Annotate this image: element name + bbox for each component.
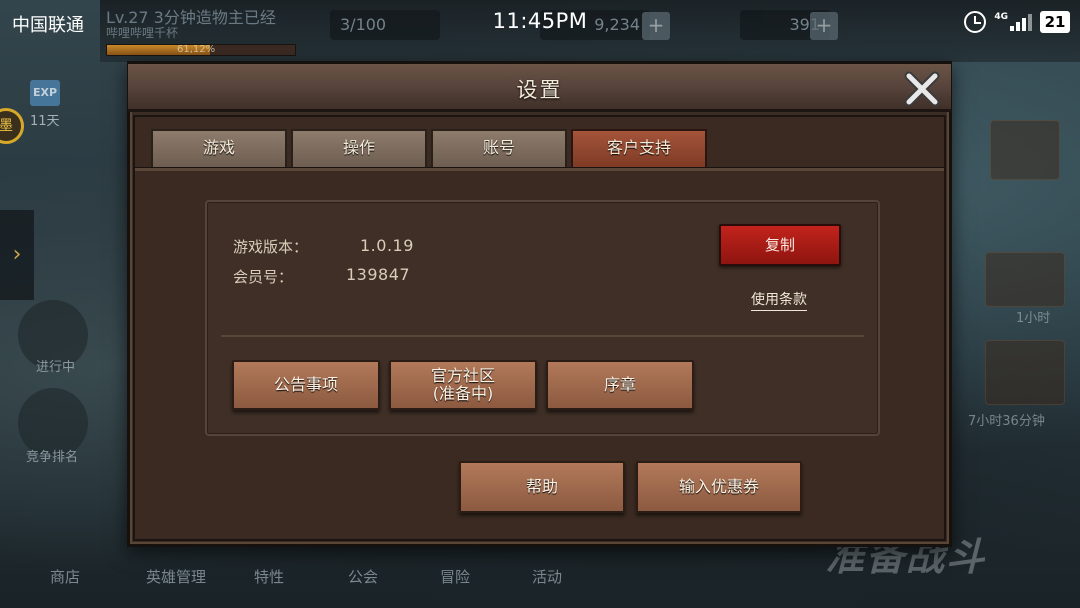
status-bar: 中国联通 11:45PM 4G 21 — [0, 0, 1080, 44]
help-button[interactable]: 帮助 — [459, 461, 625, 513]
signal-icon — [1010, 13, 1032, 31]
community-button[interactable]: 官方社区 (准备中) — [389, 360, 537, 410]
nav-events[interactable]: 活动 — [532, 566, 562, 587]
member-id-value: 139847 — [346, 265, 411, 284]
ranking-label[interactable]: 竞争排名 — [26, 446, 78, 465]
tab-customer-support[interactable]: 客户支持 — [571, 129, 707, 167]
version-label: 游戏版本： — [233, 238, 309, 256]
exp-boost-badge[interactable]: EXP — [30, 80, 60, 106]
status-icons: 4G 21 — [964, 10, 1070, 34]
support-info-panel: 游戏版本： 1.0.19 会员号： 139847 复制 使用条款 公告事项 官方… — [205, 200, 880, 436]
settings-dialog: 设置 游戏 操作 账号 客户支持 游戏版本： 1.0.19 会员号： 13984… — [127, 61, 952, 547]
nav-shop[interactable]: 商店 — [50, 566, 80, 587]
side-menu-arrow-icon[interactable]: › — [0, 210, 34, 300]
nav-traits[interactable]: 特性 — [254, 566, 284, 587]
close-button[interactable] — [901, 68, 943, 110]
close-icon — [904, 71, 940, 107]
copy-button[interactable]: 复制 — [719, 224, 841, 266]
tab-controls[interactable]: 操作 — [291, 129, 427, 167]
network-type: 4G — [994, 12, 1008, 22]
version-value: 1.0.19 — [360, 236, 414, 255]
right-reward-card[interactable] — [990, 120, 1060, 180]
ongoing-label: 进行中 — [36, 360, 76, 375]
right-time-1: 1小时 — [1016, 311, 1051, 326]
dialog-body: 游戏 操作 账号 客户支持 游戏版本： 1.0.19 会员号： 139847 复… — [133, 115, 946, 541]
member-id-label: 会员号： — [233, 268, 294, 286]
xp-bar: 61,12% — [106, 44, 296, 56]
nav-heroes[interactable]: 英雄管理 — [146, 566, 206, 587]
enter-coupon-button[interactable]: 输入优惠券 — [636, 461, 802, 513]
tab-divider — [135, 167, 944, 171]
right-time-2: 7小时36分钟 — [968, 414, 1045, 429]
battery-icon: 21 — [1040, 11, 1070, 33]
alarm-icon — [964, 11, 987, 33]
tab-account[interactable]: 账号 — [431, 129, 567, 167]
right-chest-card[interactable] — [985, 252, 1065, 307]
terms-of-use-link[interactable]: 使用条款 — [751, 289, 807, 311]
dialog-header: 设置 — [128, 64, 951, 112]
right-chest-card-2[interactable] — [985, 340, 1065, 405]
settings-tabs: 游戏 操作 账号 客户支持 — [151, 127, 707, 167]
notice-button[interactable]: 公告事项 — [232, 360, 380, 410]
prologue-button[interactable]: 序章 — [546, 360, 694, 410]
xp-text: 61,12% — [177, 44, 216, 55]
nav-adventure[interactable]: 冒险 — [440, 566, 470, 587]
tab-game[interactable]: 游戏 — [151, 129, 287, 167]
panel-divider — [221, 335, 864, 337]
nav-guild[interactable]: 公会 — [348, 566, 378, 587]
exp-boost-days: 11天 — [30, 114, 60, 129]
status-clock: 11:45PM — [492, 9, 588, 33]
dialog-title: 设置 — [516, 78, 563, 102]
